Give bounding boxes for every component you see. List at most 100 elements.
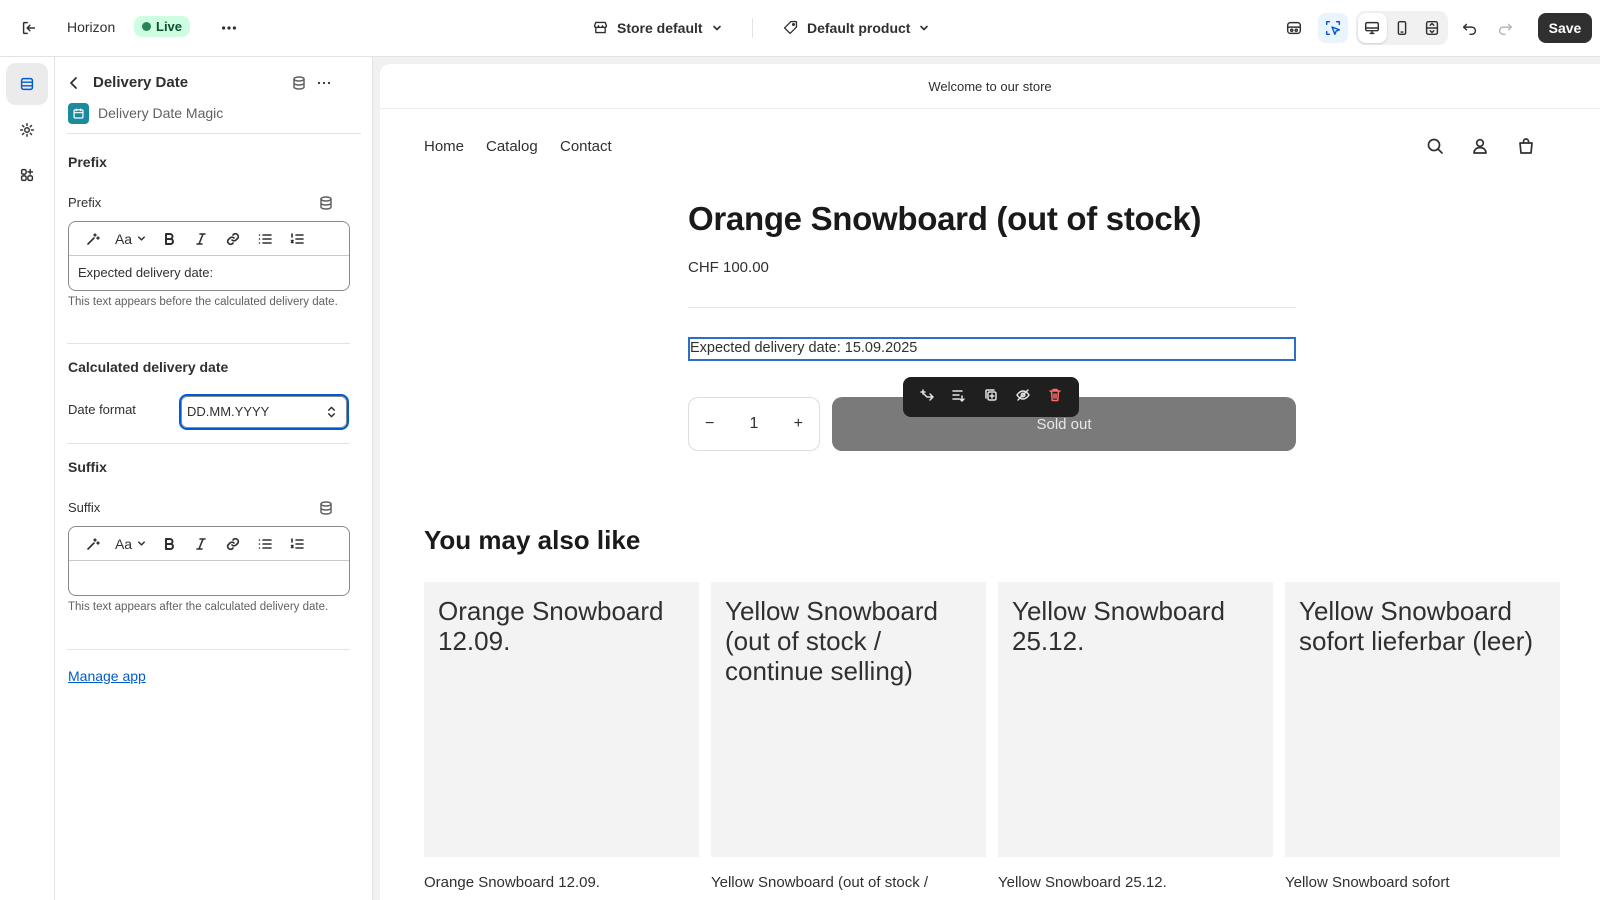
quantity-stepper: − 1 + (688, 397, 820, 451)
store-preview: Welcome to our store Home Catalog Contac… (380, 64, 1600, 900)
date-format-value: DD.MM.YYYY (187, 404, 270, 419)
increase-quantity-button[interactable]: + (794, 415, 803, 433)
product-card-image: Yellow Snowboard (out of stock / continu… (711, 582, 986, 857)
store-selector[interactable]: Store default (592, 19, 723, 36)
product-card-name: Orange Snowboard 12.09. (424, 874, 600, 891)
dynamic-source-icon[interactable] (289, 73, 309, 93)
store-icon (593, 21, 608, 34)
nav-contact[interactable]: Contact (560, 138, 612, 155)
mobile-icon[interactable] (1388, 13, 1417, 43)
redo-icon[interactable] (1490, 13, 1520, 43)
suffix-input[interactable] (69, 561, 349, 595)
app-embeds-icon[interactable] (1279, 13, 1309, 43)
sidebar-rail (0, 57, 55, 900)
delivery-date-block[interactable]: Expected delivery date: 15.09.2025 (688, 337, 1296, 361)
manage-app-link[interactable]: Manage app (68, 668, 146, 684)
product-card[interactable]: Yellow Snowboard (out of stock / continu… (711, 582, 986, 895)
font-style-dropdown[interactable]: Aa (109, 225, 153, 253)
inspector-icon[interactable] (1318, 13, 1348, 43)
product-card-image: Orange Snowboard 12.09. (424, 582, 699, 857)
product-card-image: Yellow Snowboard 25.12. (998, 582, 1273, 857)
product-card-name: Yellow Snowboard (out of stock / (711, 874, 929, 891)
bullet-list-icon[interactable] (249, 530, 281, 558)
more-options-icon[interactable] (214, 13, 244, 43)
editor-toolbar: Aa (69, 222, 349, 256)
status-label: Live (156, 19, 183, 34)
app-name: Delivery Date Magic (98, 105, 224, 121)
ai-generate-icon[interactable] (77, 530, 109, 558)
template-selector-label: Default product (807, 19, 911, 36)
save-button[interactable]: Save (1538, 13, 1592, 43)
desktop-icon[interactable] (1358, 13, 1387, 43)
device-toggle-group (1356, 11, 1448, 45)
template-selector[interactable]: Default product (782, 19, 930, 36)
theme-settings-icon[interactable] (6, 109, 48, 151)
select-arrows-icon (328, 406, 335, 418)
apps-icon[interactable] (6, 154, 48, 196)
account-icon[interactable] (1470, 136, 1492, 158)
dynamic-source-icon[interactable] (316, 498, 336, 518)
font-style-label: Aa (114, 230, 133, 247)
bold-icon[interactable] (153, 225, 185, 253)
suffix-help-text: This text appears after the calculated d… (68, 601, 329, 613)
more-options-icon[interactable] (314, 73, 334, 93)
product-card[interactable]: Yellow Snowboard 25.12. Yellow Snowboard… (998, 582, 1273, 895)
dynamic-source-icon[interactable] (316, 193, 336, 213)
prefix-rich-text-editor: Aa Expected delivery date: (68, 221, 350, 291)
numbered-list-icon[interactable] (281, 225, 313, 253)
ai-generate-icon[interactable] (77, 225, 109, 253)
bold-icon[interactable] (153, 530, 185, 558)
product-title: Orange Snowboard (out of stock) (688, 200, 1202, 237)
suffix-label: Suffix (68, 500, 101, 515)
search-icon[interactable] (1425, 136, 1447, 158)
back-icon[interactable] (64, 73, 84, 93)
product-card-name: Yellow Snowboard sofort (1285, 874, 1450, 891)
italic-icon[interactable] (185, 530, 217, 558)
decrease-quantity-button[interactable]: − (705, 415, 714, 433)
font-style-dropdown[interactable]: Aa (109, 530, 153, 558)
chevron-down-icon (138, 236, 146, 241)
select-parent-icon[interactable] (919, 387, 935, 408)
font-style-label: Aa (114, 535, 133, 552)
duplicate-icon[interactable] (983, 387, 999, 408)
divider (688, 307, 1296, 308)
nav-home[interactable]: Home (424, 138, 464, 155)
link-icon[interactable] (217, 225, 249, 253)
block-floating-toolbar (903, 377, 1079, 417)
divider (67, 443, 350, 444)
status-dot-icon (142, 22, 151, 31)
italic-icon[interactable] (185, 225, 217, 253)
exit-icon[interactable] (14, 13, 44, 43)
nav-catalog[interactable]: Catalog (486, 138, 538, 155)
prefix-input[interactable]: Expected delivery date: (69, 256, 349, 290)
live-status-badge: Live (134, 16, 191, 37)
tag-icon (783, 20, 798, 35)
numbered-list-icon[interactable] (281, 530, 313, 558)
product-card-name: Yellow Snowboard 25.12. (998, 874, 1167, 891)
announcement-bar: Welcome to our store (380, 64, 1600, 109)
block-settings-panel: Delivery Date Delivery Date Magic Prefix… (55, 57, 373, 900)
editor-toolbar: Aa (69, 527, 349, 561)
date-format-select[interactable]: DD.MM.YYYY (179, 394, 349, 430)
prefix-section-title: Prefix (68, 154, 107, 170)
related-products-title: You may also like (424, 525, 641, 555)
sections-icon[interactable] (6, 63, 48, 105)
product-card-image: Yellow Snowboard sofort lieferbar (leer) (1285, 582, 1560, 857)
full-width-icon[interactable] (1417, 13, 1446, 43)
product-card[interactable]: Orange Snowboard 12.09. Orange Snowboard… (424, 582, 699, 895)
hide-icon[interactable] (1015, 387, 1031, 408)
product-card[interactable]: Yellow Snowboard sofort lieferbar (leer)… (1285, 582, 1560, 895)
quantity-value[interactable]: 1 (750, 415, 759, 433)
divider (67, 343, 350, 344)
top-bar: Horizon Live Store default Default produ… (0, 0, 1600, 57)
link-icon[interactable] (217, 530, 249, 558)
cart-icon[interactable] (1516, 136, 1538, 158)
undo-icon[interactable] (1455, 13, 1485, 43)
prefix-help-text: This text appears before the calculated … (68, 296, 338, 308)
app-logo-icon (68, 103, 89, 124)
delete-icon[interactable] (1047, 387, 1063, 408)
move-block-icon[interactable] (951, 387, 967, 408)
bullet-list-icon[interactable] (249, 225, 281, 253)
date-format-label: Date format (68, 402, 136, 417)
store-name: Horizon (67, 19, 116, 35)
